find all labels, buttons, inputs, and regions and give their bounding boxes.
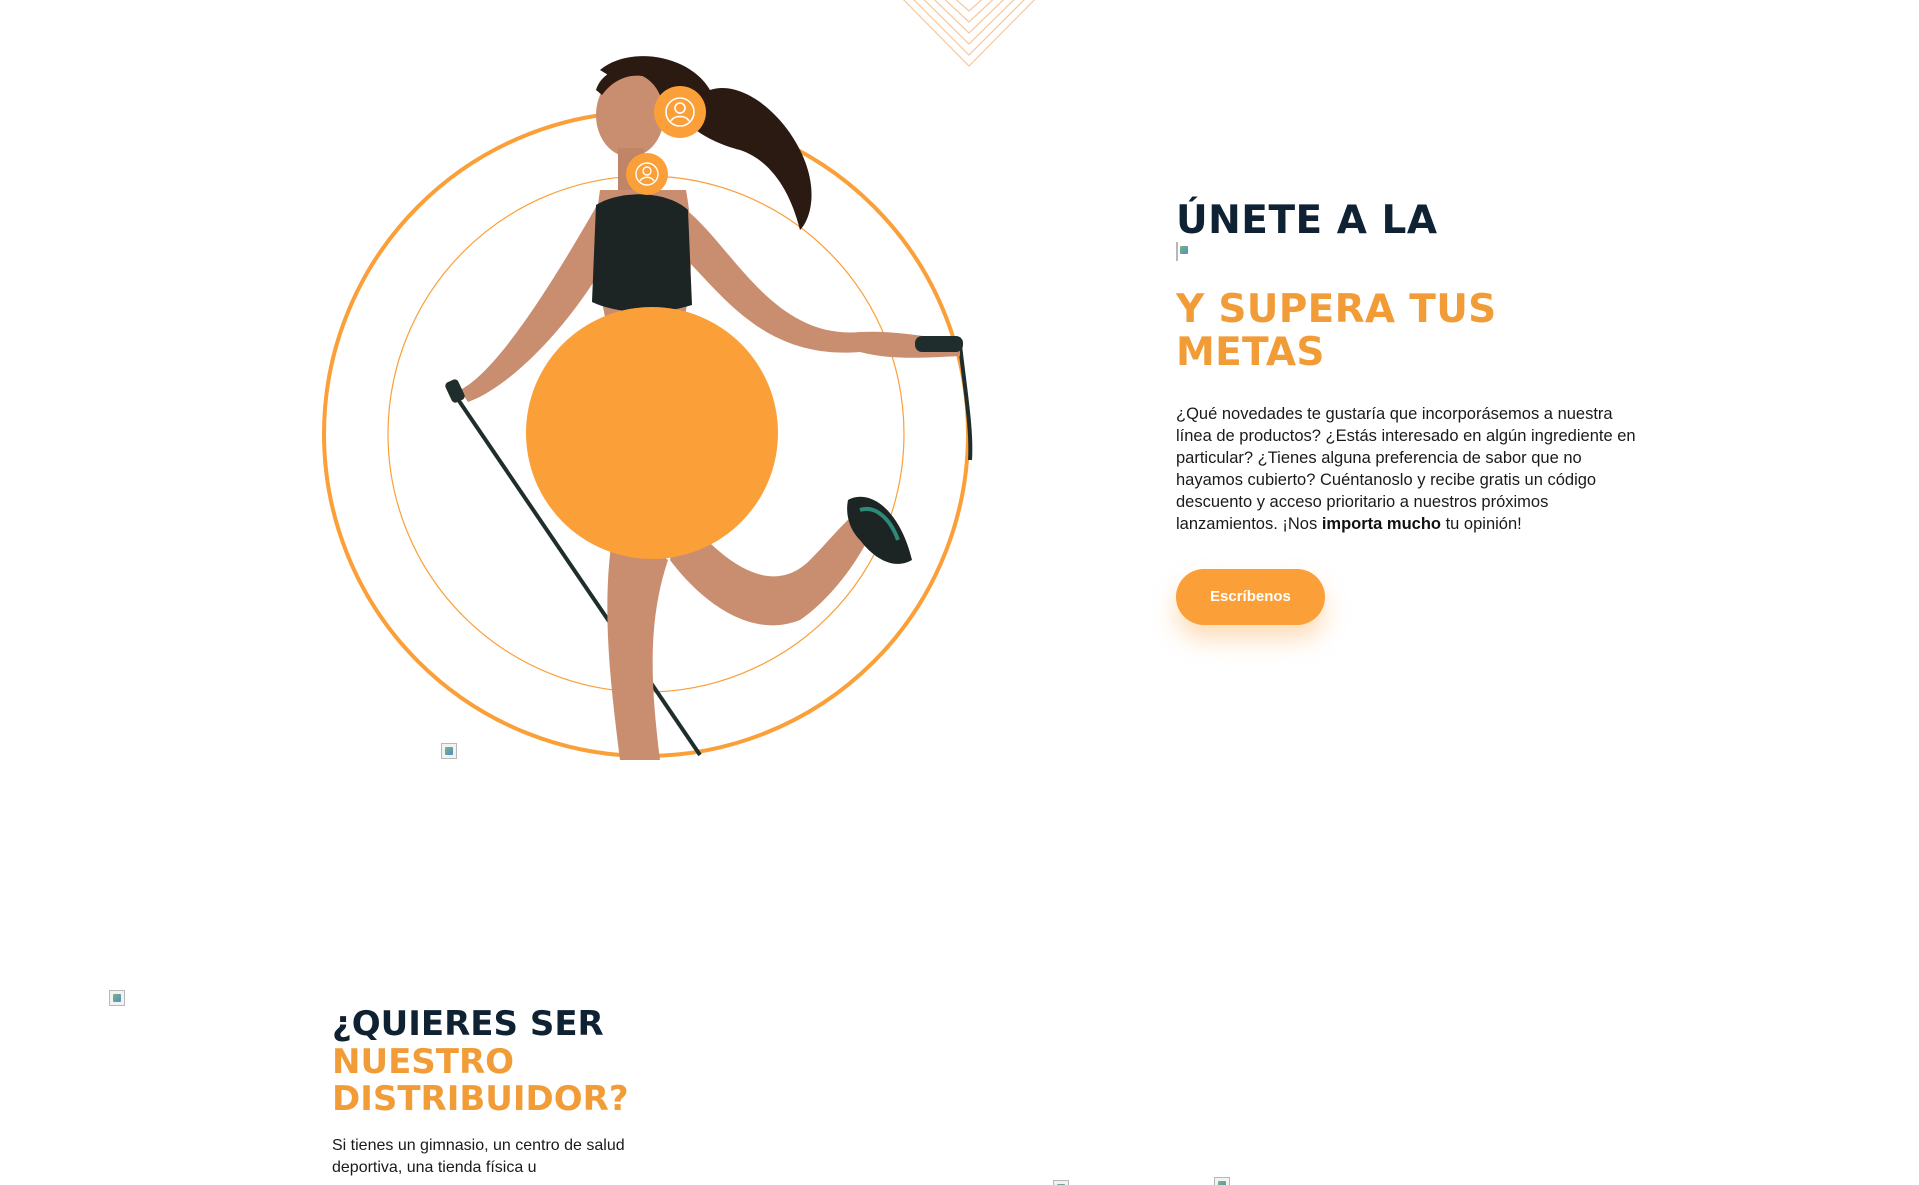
- distributor-title: ¿QUIERES SER: [332, 1004, 604, 1044]
- broken-image-icon: [1053, 1180, 1069, 1185]
- user-icon: [626, 153, 668, 195]
- join-subtitle: Y SUPERA TUS METAS: [1176, 286, 1497, 375]
- distributor-section: ¿QUIERES SER NUESTRO DISTRIBUIDOR? Si ti…: [332, 1004, 652, 1179]
- page: ÚNETE A LA Y SUPERA TUS METAS ¿Qué noved…: [0, 0, 1919, 1185]
- hero-illustration: [322, 56, 973, 760]
- jump-rope-right: [958, 344, 973, 461]
- write-to-us-button[interactable]: Escríbenos: [1176, 568, 1325, 625]
- distributor-body: Si tienes un gimnasio, un centro de salu…: [332, 1136, 625, 1176]
- broken-image-icon: [1214, 1177, 1230, 1185]
- distributor-title-accent-2: DISTRIBUIDOR?: [332, 1079, 629, 1120]
- join-title: ÚNETE A LA: [1176, 198, 1438, 243]
- join-body-emphasis: importa mucho: [1321, 514, 1441, 533]
- user-icon: [654, 86, 706, 138]
- sports-top: [592, 194, 692, 313]
- join-section: ÚNETE A LA Y SUPERA TUS METAS ¿Qué noved…: [1176, 198, 1656, 625]
- brand-logo-image: [1176, 241, 1178, 261]
- orange-disc: [526, 307, 778, 559]
- broken-image-icon: [441, 743, 457, 759]
- broken-image-icon: [109, 990, 125, 1006]
- distributor-title-accent-1: NUESTRO: [332, 1042, 515, 1083]
- join-body: ¿Qué novedades te gustaría que incorporá…: [1176, 404, 1636, 533]
